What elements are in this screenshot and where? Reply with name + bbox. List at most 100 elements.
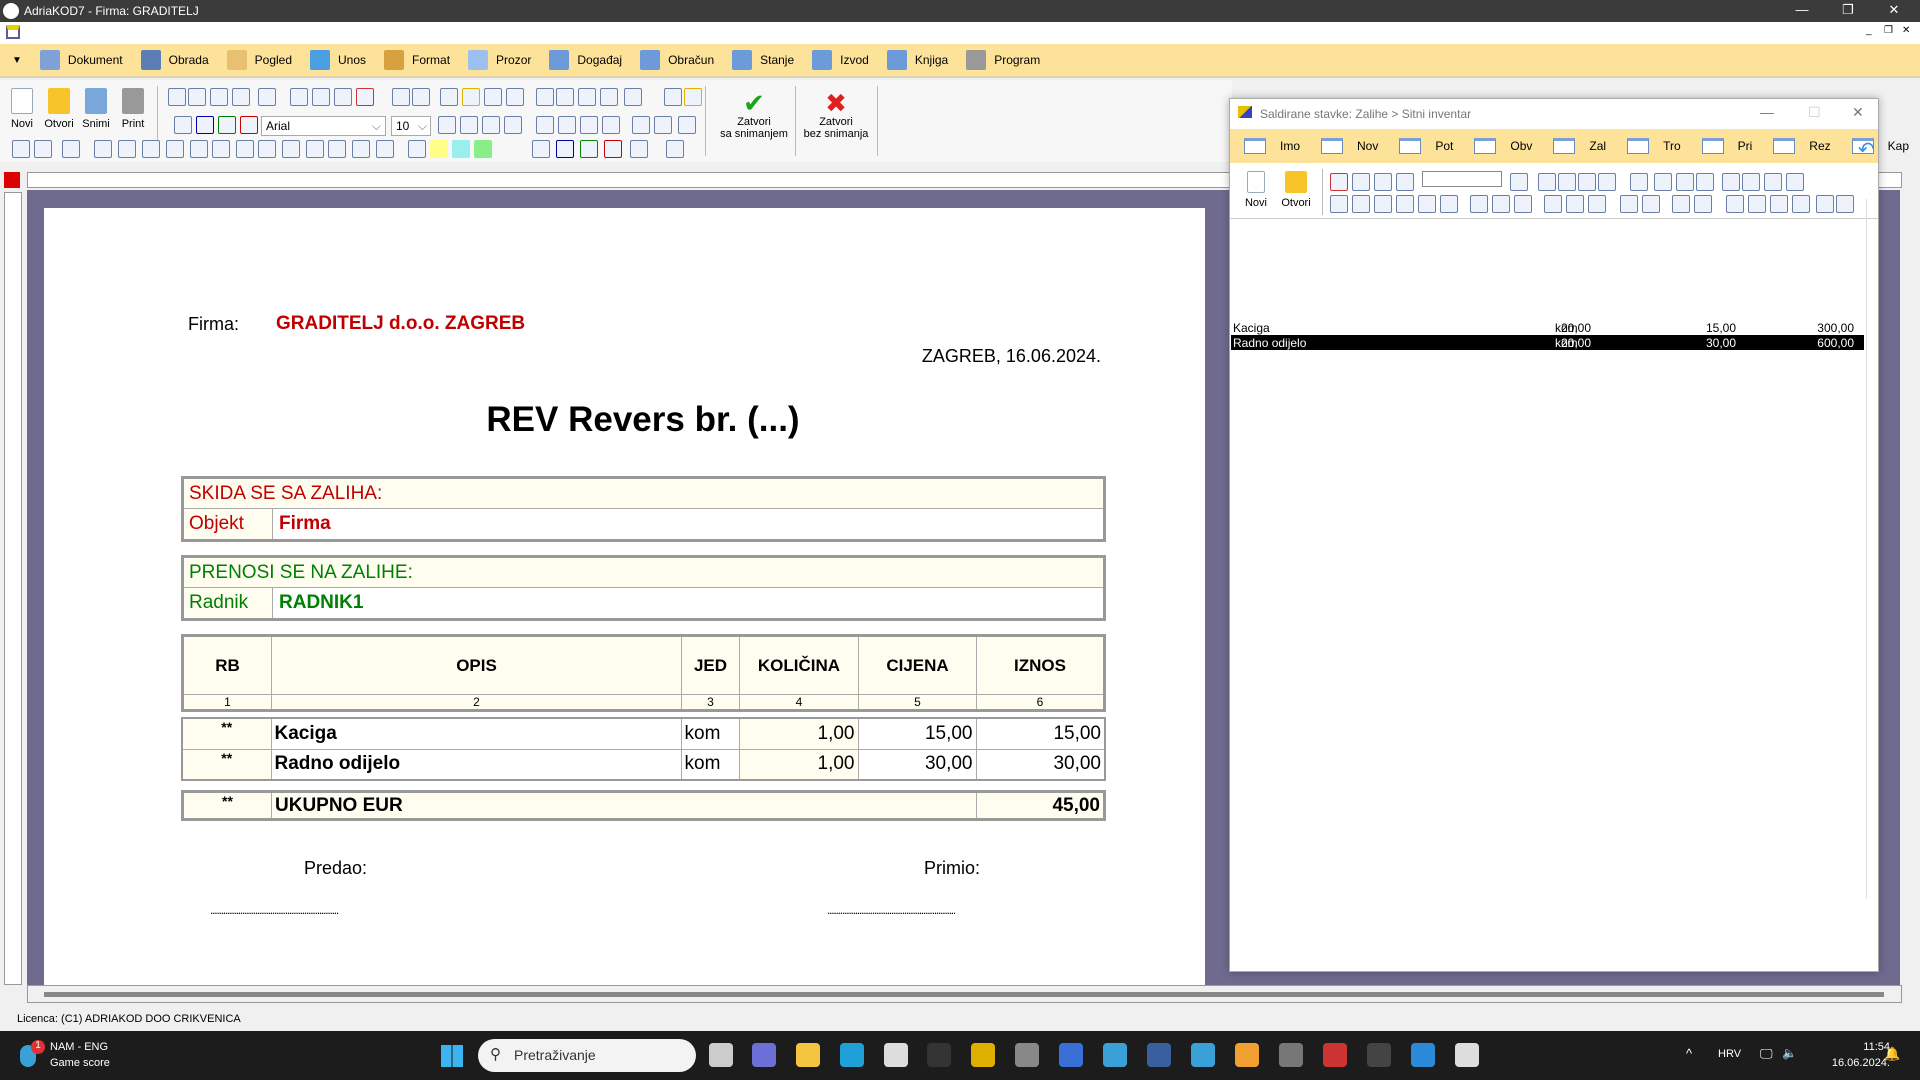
bold-icon[interactable] [438,116,456,134]
clock-time[interactable]: 11:54 [1840,1041,1890,1053]
text-blue-icon[interactable] [196,116,214,134]
sign-icon[interactable] [1620,195,1638,213]
binoculars-icon[interactable] [556,88,574,106]
magnet-icon[interactable] [600,88,618,106]
warning-icon[interactable] [1514,195,1532,213]
list-bullet-icon[interactable] [236,140,254,158]
child-tab-rez[interactable]: Rez [1773,138,1831,154]
start-icon[interactable] [441,1045,463,1067]
menu-knjiga[interactable]: Knjiga [886,50,948,70]
text-red-icon[interactable] [240,116,258,134]
delete-icon[interactable] [356,88,374,106]
list-i-icon[interactable] [166,140,184,158]
list-bullet2-icon[interactable] [258,140,276,158]
list-indent-icon[interactable] [212,140,230,158]
underline-icon[interactable] [482,116,500,134]
truck-icon[interactable] [1396,195,1414,213]
list-num-icon[interactable] [190,140,208,158]
more-icon[interactable] [1418,195,1436,213]
dropdown-arrow-icon[interactable]: ▼ [12,55,22,66]
tree-view-icon[interactable] [1578,173,1596,191]
save-button[interactable]: Snimi [78,88,114,130]
language-indicator[interactable]: HRV [1718,1048,1741,1060]
notepad-icon[interactable] [1103,1043,1127,1067]
tree-view-icon[interactable] [1440,195,1458,213]
child-tab-imo[interactable]: Imo [1244,138,1300,154]
refresh-icon[interactable] [440,88,458,106]
table-icon[interactable] [1538,173,1556,191]
doc-blue-icon[interactable] [1836,195,1854,213]
table-icon[interactable] [506,88,524,106]
valign-top-icon[interactable] [678,116,696,134]
child-tab-pot[interactable]: Pot [1399,138,1453,154]
justify-icon[interactable] [602,116,620,134]
child-tab-obv[interactable]: Obv [1474,138,1532,154]
frame-icon[interactable] [34,140,52,158]
child-new-button[interactable]: Novi [1238,171,1274,209]
mdi-restore-button[interactable]: ❐ [1884,25,1893,36]
taskbar-search[interactable]: ⚲ Pretraživanje [478,1039,696,1072]
doc3-icon[interactable] [1588,195,1606,213]
binoculars-icon[interactable] [1510,173,1528,191]
clock-date[interactable]: 16.06.2024. [1820,1057,1890,1069]
network-icon[interactable] [1672,195,1690,213]
page-line-icon[interactable] [352,140,370,158]
menu-obračun[interactable]: Obračun [640,50,714,70]
strikethrough-icon[interactable] [504,116,522,134]
redo-icon[interactable] [412,88,430,106]
list-icon[interactable] [1352,195,1370,213]
align-right-icon[interactable] [580,116,598,134]
person-icon[interactable] [1748,195,1766,213]
cut-icon[interactable] [290,88,308,106]
restore-button[interactable]: ❐ [1828,2,1868,20]
dollar-icon[interactable] [1630,173,1648,191]
close-without-save-button[interactable]: ✖ Zatvori bez snimanja [798,90,874,140]
page-mark-icon[interactable] [328,140,346,158]
cell-white-icon[interactable] [408,140,426,158]
network-icon[interactable]: 🖵 [1760,1046,1773,1062]
close-button[interactable]: ✕ [1874,2,1914,20]
doc1-icon[interactable] [1544,195,1562,213]
cell-green-icon[interactable] [474,140,492,158]
border-red-icon[interactable] [604,140,622,158]
help-icon[interactable] [684,88,702,106]
zoom-out-icon[interactable] [210,88,228,106]
delete-icon[interactable] [1330,173,1348,191]
forklift-icon[interactable] [1374,195,1392,213]
powershell-icon[interactable] [1367,1043,1391,1067]
child-tab-tro[interactable]: Tro [1627,138,1681,154]
handshake-icon[interactable] [1816,195,1834,213]
text-green-icon[interactable] [218,116,236,134]
page-icon[interactable] [306,140,324,158]
tree-icon[interactable] [6,25,20,39]
notifications-bell-icon[interactable]: 🔔 [1884,1046,1900,1062]
sort-az-icon[interactable] [1374,173,1392,191]
open-button[interactable]: Otvori [41,88,77,130]
child-scrollbar[interactable] [1866,199,1867,899]
page-edit-icon[interactable] [376,140,394,158]
time-help-icon[interactable] [1492,195,1510,213]
list-1-icon[interactable] [118,140,136,158]
menu-format[interactable]: Format [384,50,450,70]
valign-middle-icon[interactable] [654,116,672,134]
task-view-icon[interactable] [709,1043,733,1067]
app2-icon[interactable] [1235,1043,1259,1067]
list-item[interactable]: Radno odijelo kom 20,00 30,00 600,00 [1231,335,1864,350]
child-maximize-button[interactable]: ☐ [1808,104,1821,121]
field-icon[interactable] [484,88,502,106]
calculator-icon[interactable] [1279,1043,1303,1067]
border-black-icon[interactable] [532,140,550,158]
calc-icon[interactable] [1676,173,1694,191]
app3-icon[interactable] [1323,1043,1347,1067]
list-a2-icon[interactable] [142,140,160,158]
sort-za-icon[interactable] [1396,173,1414,191]
menu-unos[interactable]: Unos [310,50,366,70]
broom-icon[interactable] [624,88,642,106]
copy-icon[interactable] [312,88,330,106]
edit-icon[interactable] [1764,173,1782,191]
store-icon[interactable] [884,1043,908,1067]
undo-icon[interactable] [1654,173,1672,191]
paste-icon[interactable] [334,88,352,106]
menu-stanje[interactable]: Stanje [732,50,794,70]
notepad-icon[interactable] [1742,173,1760,191]
